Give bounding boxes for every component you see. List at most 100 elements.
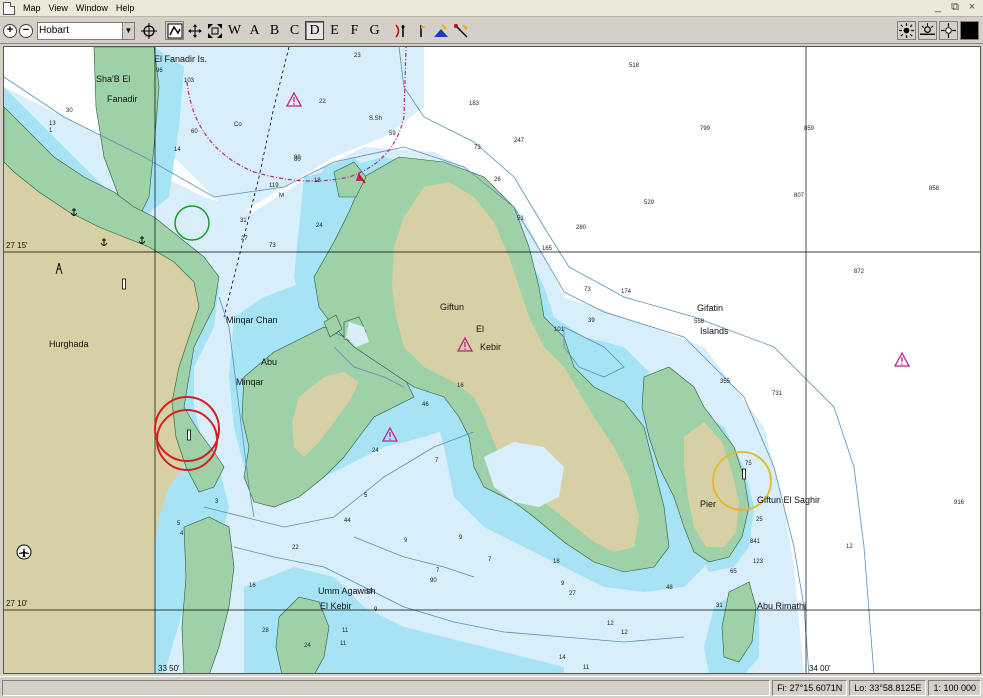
layer-a-button[interactable]: A <box>245 21 264 40</box>
depth-sounding: 174 <box>621 289 632 295</box>
route-icon <box>394 24 404 37</box>
track-button[interactable] <box>431 21 450 40</box>
beacon-icon-3 <box>742 468 746 480</box>
mark-icon <box>419 24 426 37</box>
night-mode-button[interactable] <box>939 21 958 40</box>
chart-plotter-window: Map View Window Help _ ⧉ × + − ▼ W A <box>0 0 983 698</box>
depth-sounding: 31 <box>240 218 247 224</box>
moon-mode-button[interactable] <box>960 21 979 40</box>
zoom-in-button[interactable]: + <box>3 23 17 38</box>
nautical-chart[interactable]: El Fanadir Is. Sha'B El Fanadir Hurghada Min… <box>3 46 981 674</box>
chart-canvas[interactable]: El Fanadir Is. Sha'B El Fanadir Hurghada Min… <box>4 47 981 674</box>
measure-icon <box>453 23 468 38</box>
depth-sounding: 14 <box>559 655 566 661</box>
dusk-sun-icon <box>920 23 935 35</box>
mark-button[interactable] <box>411 21 430 40</box>
depth-sounding: 23 <box>354 53 361 59</box>
depth-sounding: 28 <box>262 628 269 634</box>
menu-map[interactable]: Map <box>19 3 45 13</box>
location-input[interactable] <box>37 21 123 40</box>
depth-sounding: 12 <box>607 621 614 627</box>
window-controls: _ ⧉ × <box>931 1 979 14</box>
airport-icon <box>16 544 32 560</box>
depth-sounding: 14 <box>174 147 181 153</box>
depth-sounding: 518 <box>629 63 640 69</box>
depth-sounding: 65 <box>730 569 737 575</box>
place-name-label: Fanadir <box>107 94 138 104</box>
menu-window[interactable]: Window <box>72 3 112 13</box>
layer-g-button[interactable]: G <box>365 21 384 40</box>
depth-sounding: 18 <box>314 178 321 184</box>
layer-w-button[interactable]: W <box>225 21 244 40</box>
depth-sounding: 25 <box>756 517 763 523</box>
layer-e-button[interactable]: E <box>325 21 344 40</box>
depth-sounding: 529 <box>644 200 655 206</box>
beacon-icon-2 <box>187 429 191 441</box>
day-mode-button[interactable] <box>897 21 916 40</box>
fit-extent-button[interactable] <box>205 21 224 40</box>
menu-help[interactable]: Help <box>112 3 139 13</box>
place-name-label: Minqar Chan <box>226 315 278 325</box>
depth-sounding: 101 <box>554 327 565 333</box>
depth-sounding: 73 <box>474 145 481 151</box>
depth-sounding: 12 <box>846 544 853 550</box>
depth-sounding: 11 <box>583 665 590 671</box>
depth-sounding: 16 <box>249 583 256 589</box>
depth-sounding: 11 <box>340 641 347 647</box>
measure-button[interactable] <box>451 21 470 40</box>
depth-sounding: 27 <box>241 236 248 242</box>
menu-view[interactable]: View <box>45 3 72 13</box>
depth-sounding: 90 <box>294 155 301 161</box>
depth-sounding: 73 <box>584 287 591 293</box>
depth-sounding: 31 <box>716 603 723 609</box>
layer-f-button[interactable]: F <box>345 21 364 40</box>
layer-c-button[interactable]: C <box>285 21 304 40</box>
place-name-label: Sha'B El <box>96 74 130 84</box>
moon-icon <box>965 24 972 37</box>
longitude-readout: Lo: 33°58.8125E <box>849 679 927 696</box>
fit-extent-icon <box>207 23 222 38</box>
depth-sounding: 807 <box>794 193 805 199</box>
close-button[interactable]: × <box>965 1 979 14</box>
depth-sounding: 24 <box>316 223 323 229</box>
depth-sounding: 841 <box>750 539 761 545</box>
depth-sounding: 165 <box>542 246 553 252</box>
depth-sounding: 355 <box>720 379 731 385</box>
place-name-label: Hurghada <box>49 339 89 349</box>
status-bar: Fi: 27°15.6071N Lo: 33°58.8125E 1: 100 0… <box>0 676 983 698</box>
lon-label-33-50: 33 50' <box>158 664 180 673</box>
depth-sounding: M <box>279 193 284 199</box>
depth-sounding: 73 <box>269 243 276 249</box>
layer-b-button[interactable]: B <box>265 21 284 40</box>
depth-sounding: 75 <box>745 461 752 467</box>
crosshair-button[interactable] <box>139 21 158 40</box>
sun-icon <box>899 23 914 38</box>
route-button[interactable] <box>391 21 410 40</box>
chart-mode-button[interactable] <box>165 21 184 40</box>
minimize-button[interactable]: _ <box>931 1 945 14</box>
depth-sounding: 247 <box>514 138 525 144</box>
depth-sounding: 39 <box>588 318 595 324</box>
display-mode-tools <box>897 21 980 40</box>
chevron-down-icon[interactable]: ▼ <box>123 21 135 40</box>
depth-sounding: 96 <box>156 68 163 74</box>
place-name-label: Abu <box>261 357 277 367</box>
depth-sounding: 916 <box>954 500 965 506</box>
depth-sounding: 799 <box>700 126 711 132</box>
depth-sounding: 280 <box>576 225 587 231</box>
zoom-out-button[interactable]: − <box>19 23 33 38</box>
depth-sounding: S.Sh <box>369 116 382 122</box>
restore-button[interactable]: ⧉ <box>948 1 962 14</box>
track-icon <box>433 23 448 37</box>
pan-button[interactable] <box>185 21 204 40</box>
place-name-label: Gifatin <box>697 303 723 313</box>
place-name-label: El Kebir <box>320 601 352 611</box>
depth-sounding: 22 <box>292 545 299 551</box>
depth-sounding: 19 <box>366 589 373 595</box>
layer-d-button[interactable]: D <box>305 21 324 40</box>
depth-sounding: 18 <box>553 559 560 565</box>
dusk-mode-button[interactable] <box>918 21 937 40</box>
depth-sounding: 24 <box>304 643 311 649</box>
depth-sounding: 558 <box>694 319 705 325</box>
depth-sounding: 123 <box>753 559 764 565</box>
